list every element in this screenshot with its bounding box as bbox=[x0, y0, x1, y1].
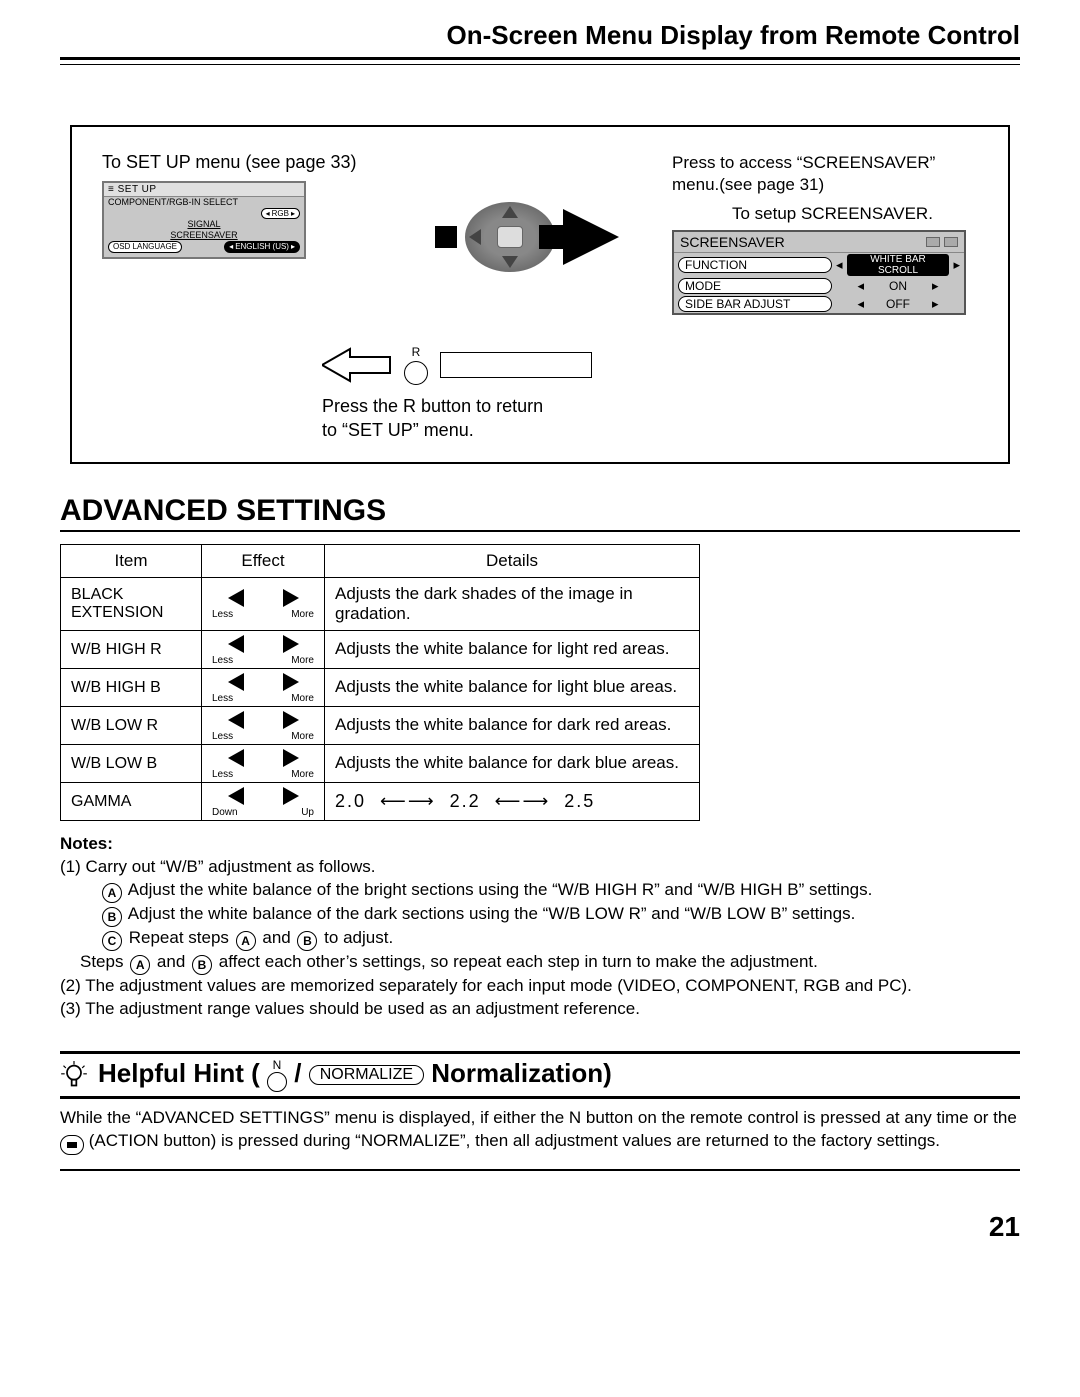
table-details: Adjusts the dark shades of the image in … bbox=[325, 577, 700, 630]
table-effect: LessMore bbox=[202, 577, 325, 630]
helpful-hint-heading: Helpful Hint ( N / NORMALIZE Normalizati… bbox=[60, 1051, 1020, 1099]
col-details: Details bbox=[325, 544, 700, 577]
table-details: Adjusts the white balance for light blue… bbox=[325, 668, 700, 706]
screensaver-osd: SCREENSAVER FUNCTION ◂WHITE BAR SCROLL▸ … bbox=[672, 230, 966, 315]
back-arrow-icon bbox=[322, 347, 392, 383]
r-caption: Press the R button to return to “SET UP”… bbox=[322, 395, 978, 442]
table-item: W/B HIGH R bbox=[61, 630, 202, 668]
advanced-settings-heading: ADVANCED SETTINGS bbox=[60, 494, 1020, 532]
table-item: GAMMA bbox=[61, 782, 202, 820]
table-details: Adjusts the white balance for dark red a… bbox=[325, 706, 700, 744]
n-button-icon: N bbox=[267, 1058, 287, 1092]
setup-osd: ≡ SET UP COMPONENT/RGB-IN SELECT RGB SIG… bbox=[102, 181, 306, 259]
table-item: BLACKEXTENSION bbox=[61, 577, 202, 630]
r-button-icon bbox=[404, 361, 428, 385]
bulb-icon bbox=[60, 1061, 88, 1089]
table-effect: LessMore bbox=[202, 706, 325, 744]
page-header: On-Screen Menu Display from Remote Contr… bbox=[60, 20, 1020, 60]
setup-caption: To SET UP menu (see page 33) bbox=[102, 152, 382, 173]
right-arrow-icon bbox=[563, 209, 619, 265]
r-button-row: R bbox=[322, 345, 978, 385]
dpad-illustration bbox=[402, 202, 652, 272]
table-item: W/B LOW B bbox=[61, 744, 202, 782]
action-button-icon bbox=[60, 1135, 84, 1155]
blank-box bbox=[440, 352, 592, 378]
table-effect: LessMore bbox=[202, 744, 325, 782]
table-item: W/B LOW R bbox=[61, 706, 202, 744]
table-effect: LessMore bbox=[202, 630, 325, 668]
normalize-pill: NORMALIZE bbox=[309, 1065, 424, 1085]
helpful-hint-body: While the “ADVANCED SETTINGS” menu is di… bbox=[60, 1107, 1020, 1171]
table-effect: LessMore bbox=[202, 668, 325, 706]
advanced-settings-table: Item Effect Details BLACKEXTENSIONLessMo… bbox=[60, 544, 700, 821]
diagram-box: To SET UP menu (see page 33) ≡ SET UP CO… bbox=[70, 125, 1010, 464]
table-details: Adjusts the white balance for dark blue … bbox=[325, 744, 700, 782]
setup-osd-title: ≡ SET UP bbox=[104, 183, 304, 197]
table-details: Adjusts the white balance for light red … bbox=[325, 630, 700, 668]
notes-block: Notes: (1) Carry out “W/B” adjustment as… bbox=[60, 833, 1020, 1021]
table-details: 2.0 ⟵⟶ 2.2 ⟵⟶ 2.5 bbox=[325, 782, 700, 820]
page-number: 21 bbox=[60, 1211, 1020, 1243]
table-item: W/B HIGH B bbox=[61, 668, 202, 706]
col-effect: Effect bbox=[202, 544, 325, 577]
to-setup-caption: To setup SCREENSAVER. bbox=[732, 204, 978, 224]
r-letter: R bbox=[404, 345, 428, 359]
table-effect: DownUp bbox=[202, 782, 325, 820]
press-access-caption: Press to access “SCREENSAVER” menu.(see … bbox=[672, 152, 978, 196]
col-item: Item bbox=[61, 544, 202, 577]
